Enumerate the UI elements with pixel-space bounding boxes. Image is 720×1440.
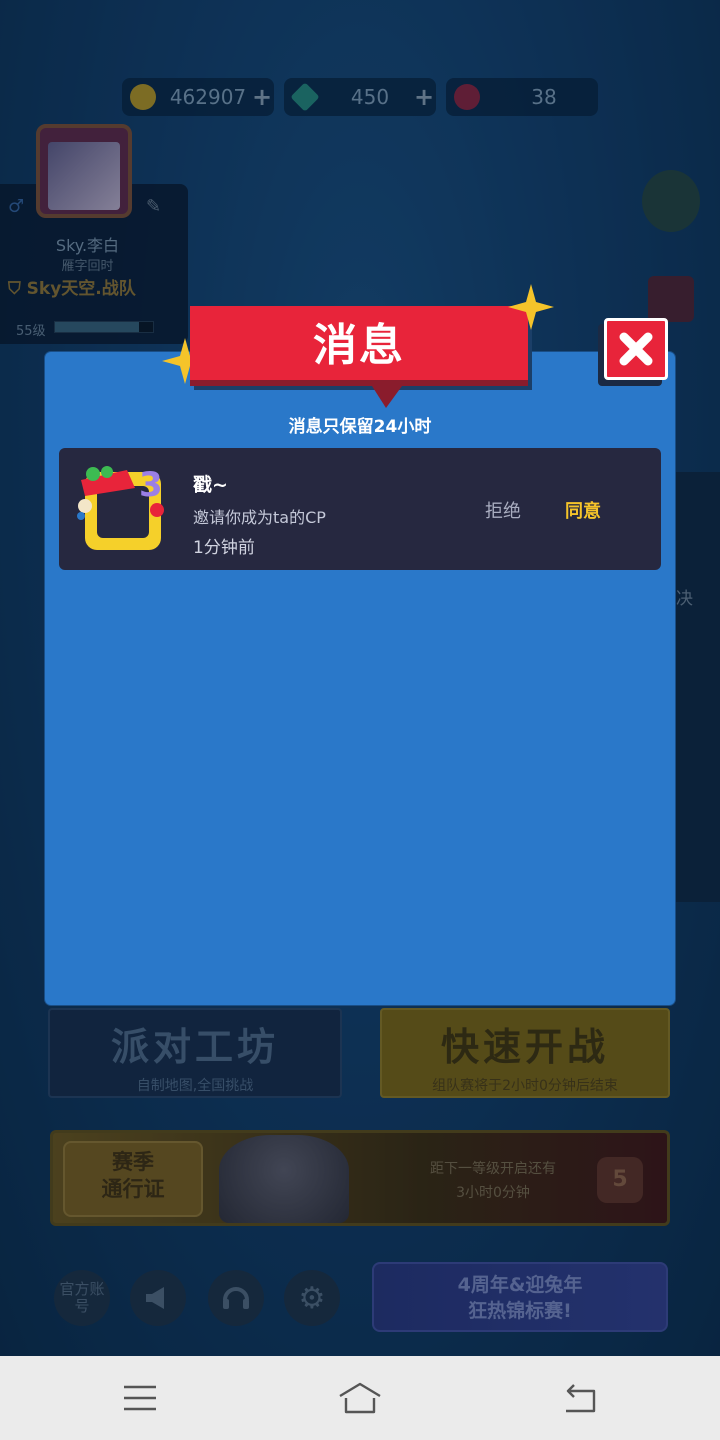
menu-icon bbox=[124, 1385, 156, 1411]
close-icon bbox=[619, 332, 653, 366]
back-icon bbox=[566, 1384, 596, 1413]
ribbon-tail bbox=[372, 386, 402, 408]
message-text: 邀请你成为ta的CP bbox=[193, 508, 326, 527]
message-time: 1分钟前 bbox=[193, 538, 255, 558]
sender-avatar-frame[interactable]: 3 bbox=[77, 462, 171, 556]
svg-text:3: 3 bbox=[139, 465, 163, 505]
menu-button[interactable] bbox=[110, 1378, 170, 1418]
back-button[interactable] bbox=[550, 1378, 610, 1418]
accept-button[interactable]: 同意 bbox=[565, 497, 601, 523]
message-item: 3 戳~ 邀请你成为ta的CP 1分钟前 拒绝 同意 bbox=[59, 448, 661, 570]
dialog-title: 消息 bbox=[313, 320, 405, 371]
home-button[interactable] bbox=[330, 1378, 390, 1418]
reject-button[interactable]: 拒绝 bbox=[485, 497, 521, 523]
close-button[interactable] bbox=[604, 318, 668, 380]
dialog-title-ribbon: 消息 bbox=[190, 306, 528, 386]
retention-hint: 消息只保留24小时 bbox=[288, 417, 432, 437]
sparkle-star-icon bbox=[508, 284, 554, 330]
home-icon bbox=[339, 1382, 381, 1414]
system-navigation-bar bbox=[0, 1356, 720, 1440]
sender-name: 戳~ bbox=[193, 474, 228, 496]
